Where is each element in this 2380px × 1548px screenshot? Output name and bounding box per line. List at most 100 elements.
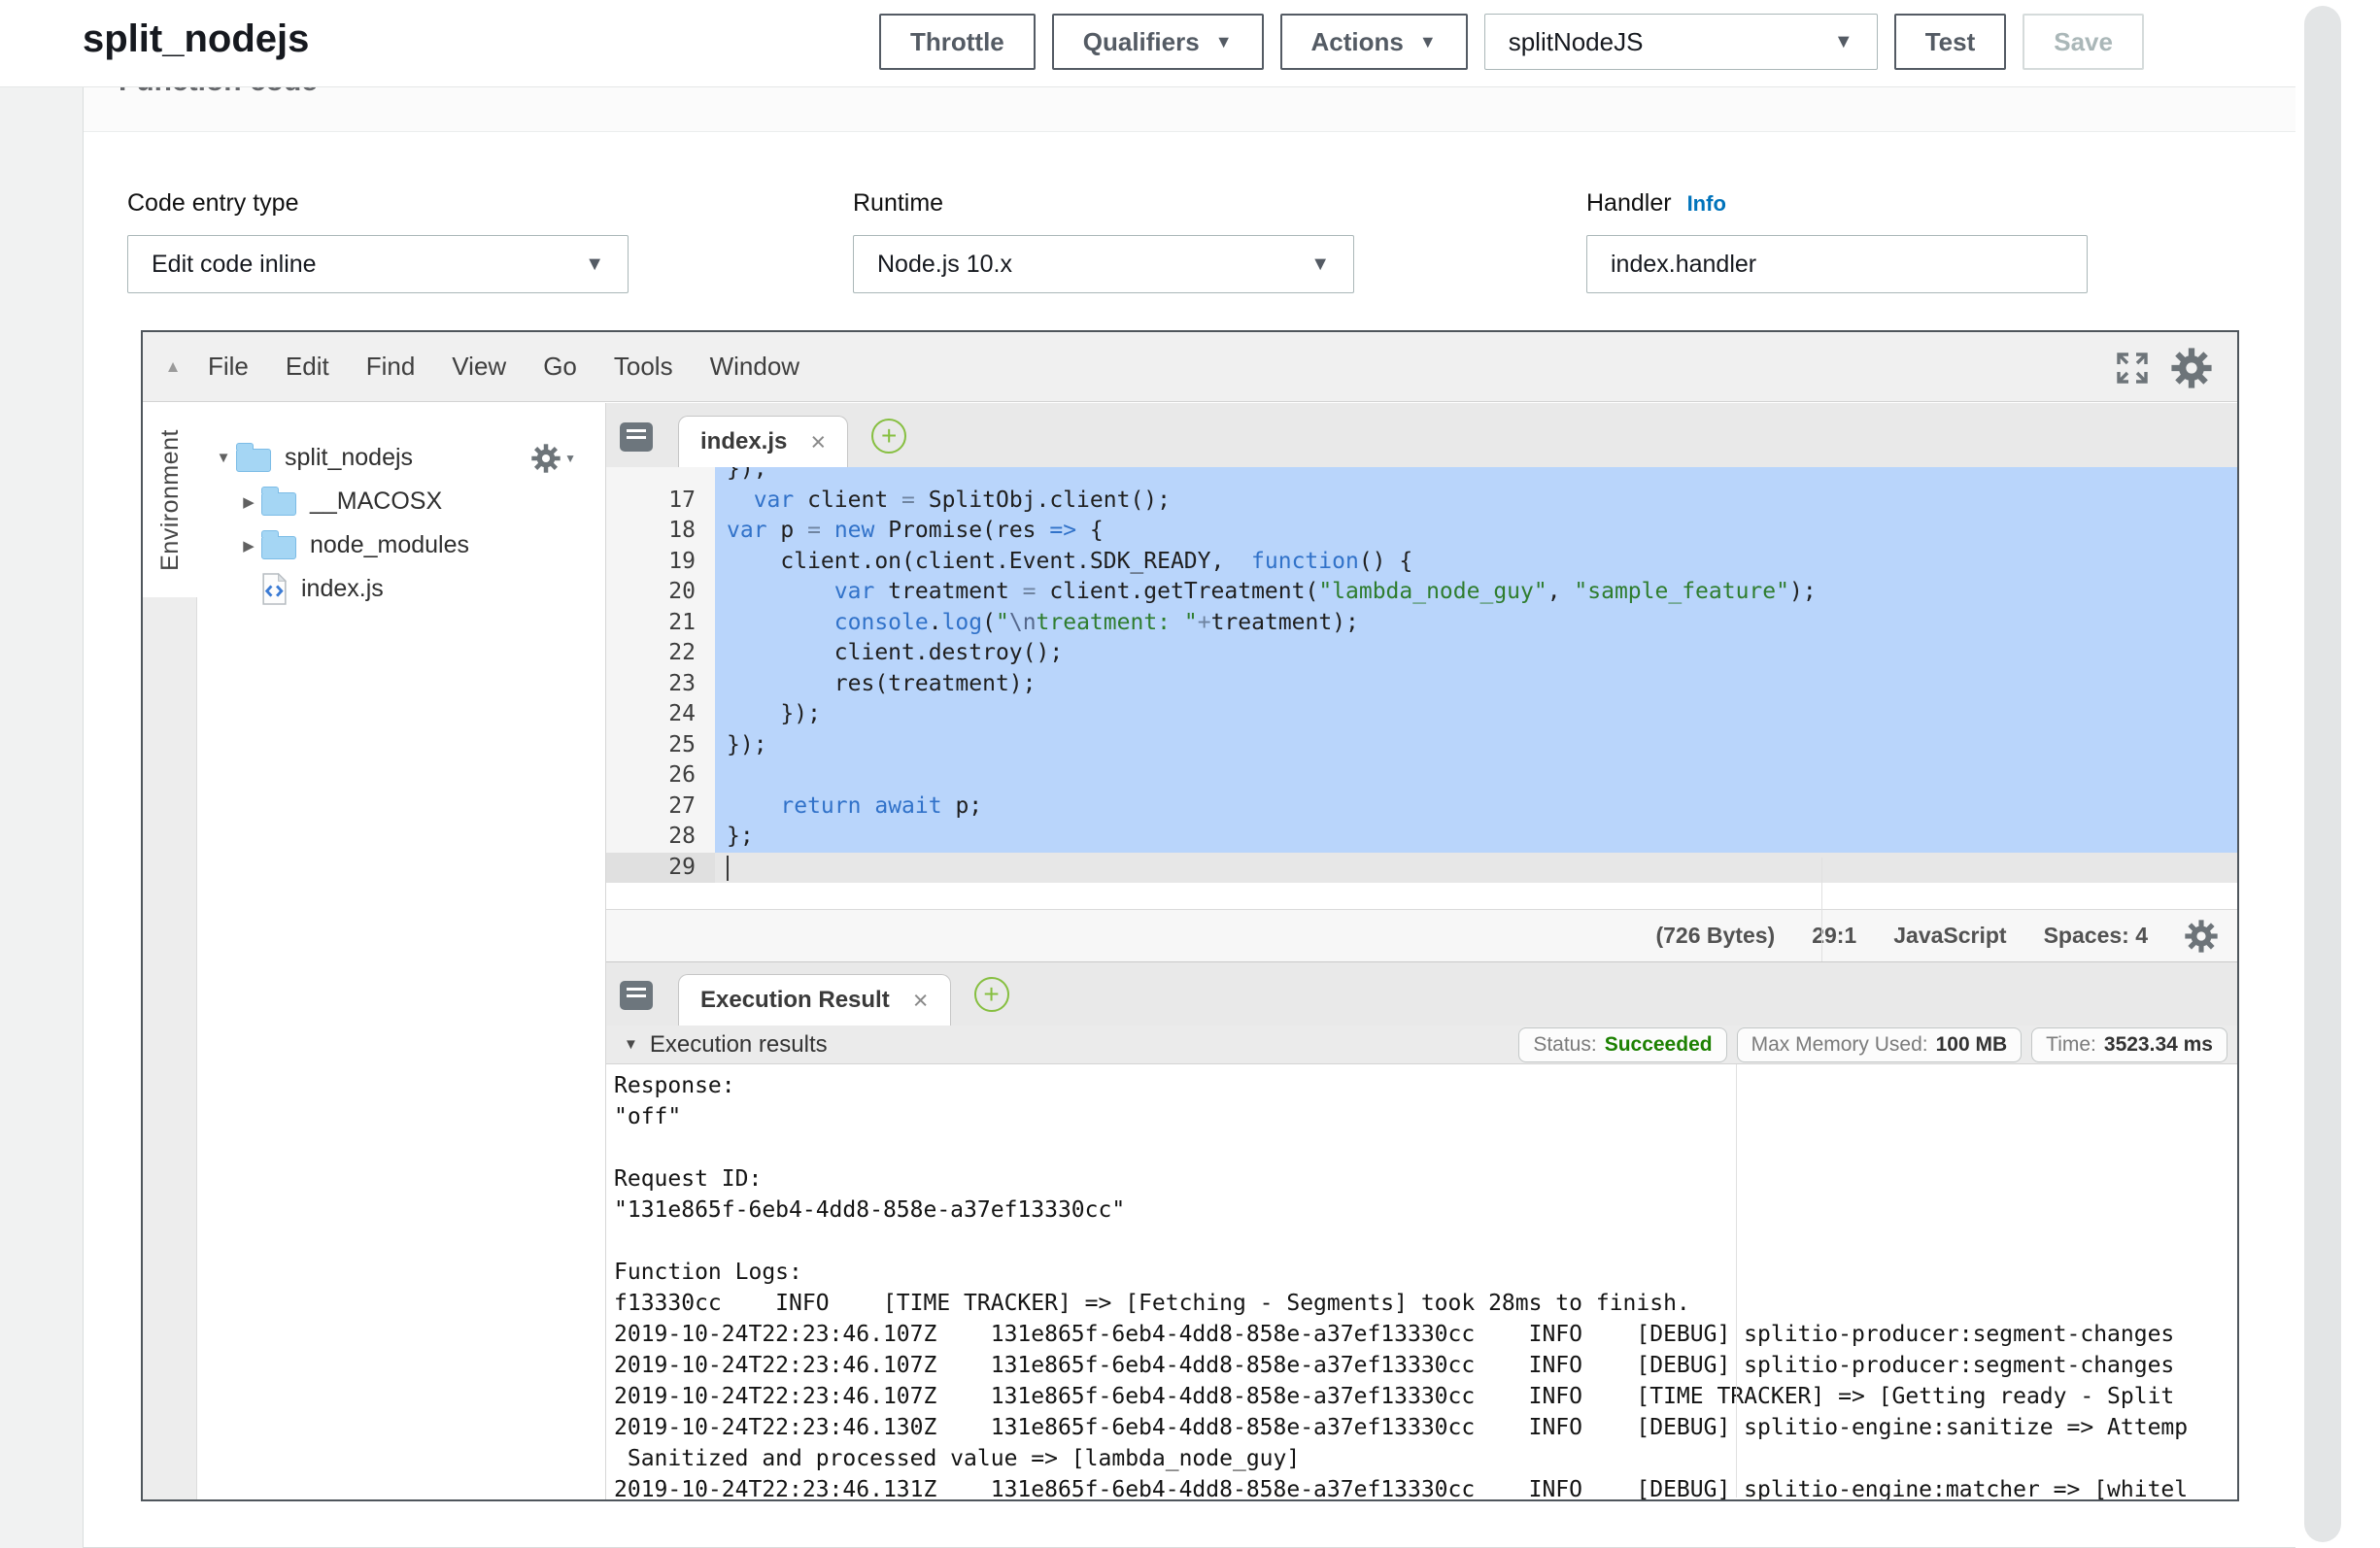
caret-collapsed-icon[interactable]: ▶ — [236, 537, 261, 555]
test-event-selected-value: splitNodeJS — [1509, 27, 1644, 57]
file-tree: ▼ split_nodejs ▼ ▶ __MACOSX ▶ node_modulesinde… — [197, 403, 605, 1499]
qualifiers-button[interactable]: Qualifiers▼ — [1052, 14, 1264, 70]
code-line-22: 22 client.destroy(); — [606, 638, 2237, 669]
statusbar-gear-icon[interactable] — [2185, 920, 2218, 953]
caret-collapsed-icon[interactable]: ▶ — [236, 493, 261, 511]
code-text: }); — [715, 699, 2237, 730]
execution-results-toggle[interactable]: ▼ Execution results — [624, 1031, 828, 1059]
menu-items: FileEditFindViewGoToolsWindow — [189, 352, 818, 382]
close-icon[interactable]: × — [913, 988, 929, 1014]
actions-button[interactable]: Actions▼ — [1280, 14, 1468, 70]
save-button[interactable]: Save — [2023, 14, 2144, 70]
handler-input[interactable] — [1586, 235, 2088, 293]
test-event-select[interactable]: splitNodeJS▼ — [1484, 14, 1878, 70]
log-line: 2019-10-24T22:23:46.131Z 131e865f-6eb4-4… — [614, 1474, 2237, 1499]
log-line: 2019-10-24T22:23:46.130Z 131e865f-6eb4-4… — [614, 1412, 2237, 1443]
card-top-strip: Function code — [84, 87, 2295, 132]
runtime-select[interactable]: Node.js 10.x▼ — [853, 235, 1354, 293]
code-text: }); — [715, 730, 2237, 761]
line-number: 25 — [606, 730, 715, 761]
line-number: 22 — [606, 638, 715, 669]
line-number — [606, 467, 715, 486]
result-badges: Status:SucceededMax Memory Used:100 MBTi… — [1518, 1027, 2227, 1062]
test-button[interactable]: Test — [1894, 14, 2007, 70]
function-name-title: split_nodejs — [83, 17, 309, 61]
tab-list-icon[interactable] — [620, 981, 653, 1010]
code-text: res(treatment); — [715, 669, 2237, 700]
line-number: 24 — [606, 699, 715, 730]
code-editor-surface[interactable]: });17 var client = SplitObj.client();18v… — [606, 467, 2237, 909]
tree-item--macosx[interactable]: ▶ __MACOSX — [197, 480, 605, 523]
results-tabstrip: Execution Result × + — [606, 961, 2237, 1026]
tree-item-label: index.js — [301, 575, 384, 603]
line-number: 19 — [606, 547, 715, 578]
editor-statusbar: (726 Bytes) 29:1 JavaScript Spaces: 4 — [606, 909, 2237, 961]
page-scrollbar — [2295, 0, 2380, 1548]
tree-item-label: split_nodejs — [285, 444, 413, 472]
code-entry-type-select[interactable]: Edit code inline▼ — [127, 235, 629, 293]
fullscreen-icon[interactable] — [2115, 351, 2150, 386]
scrollbar-thumb[interactable] — [2304, 6, 2341, 1542]
folder-icon — [261, 536, 296, 559]
save-button-label: Save — [2054, 27, 2113, 57]
tab-list-icon[interactable] — [620, 422, 653, 452]
chevron-down-icon: ▼ — [1215, 32, 1233, 52]
editor-settings-gear-icon[interactable] — [2171, 348, 2212, 388]
tree-settings-gear-icon[interactable]: ▼ — [531, 444, 576, 473]
code-text: client.destroy(); — [715, 638, 2237, 669]
new-tab-plus-icon[interactable]: + — [871, 419, 906, 454]
menu-item-go[interactable]: Go — [525, 352, 595, 382]
handler-info-link[interactable]: Info — [1687, 191, 1726, 216]
tree-item-label: node_modules — [310, 531, 469, 559]
menu-item-find[interactable]: Find — [348, 352, 434, 382]
log-line: f13330cc INFO [TIME TRACKER] => [Fetchin… — [614, 1288, 2237, 1319]
menu-item-tools[interactable]: Tools — [595, 352, 692, 382]
log-line: "131e865f-6eb4-4dd8-858e-a37ef13330cc" — [614, 1195, 2237, 1226]
badge-label: Status: — [1533, 1033, 1596, 1057]
tree-item-index-js[interactable]: index.js — [197, 567, 605, 611]
menu-item-window[interactable]: Window — [692, 352, 818, 382]
code-text: client.on(client.Event.SDK_READY, functi… — [715, 547, 2237, 578]
js-file-icon — [261, 573, 288, 605]
caret-expanded-icon[interactable]: ▼ — [211, 450, 236, 466]
file-tabstrip: index.js × + — [606, 403, 2237, 467]
runtime-label: Runtime — [853, 189, 943, 218]
chevron-down-icon: ▼ — [585, 253, 604, 276]
status-language-mode[interactable]: JavaScript — [1893, 923, 2006, 949]
environment-tab-label: Environment — [156, 429, 185, 571]
status-cursor-position: 29:1 — [1812, 923, 1856, 949]
code-editor-window: ▲ FileEditFindViewGoToolsWindow — [141, 330, 2239, 1501]
code-line-19: 19 client.on(client.Event.SDK_READY, fun… — [606, 547, 2237, 578]
folder-icon — [261, 492, 296, 516]
code-text: var p = new Promise(res => { — [715, 516, 2237, 547]
badge-label: Max Memory Used: — [1751, 1033, 1928, 1057]
execution-results-log[interactable]: Response:"off" Request ID:"131e865f-6eb4… — [606, 1064, 2237, 1499]
print-margin-ruler — [1736, 1064, 1737, 1498]
close-icon[interactable]: × — [810, 429, 826, 455]
menu-item-file[interactable]: File — [189, 352, 267, 382]
code-line-27: 27 return await p; — [606, 791, 2237, 823]
result-badge-time-: Time:3523.34 ms — [2031, 1027, 2227, 1062]
chevron-down-icon: ▼ — [1310, 253, 1330, 276]
status-indent-setting[interactable]: Spaces: 4 — [2044, 923, 2148, 949]
line-number: 17 — [606, 486, 715, 517]
throttle-button[interactable]: Throttle — [879, 14, 1036, 70]
menu-item-edit[interactable]: Edit — [267, 352, 348, 382]
log-line: "off" — [614, 1101, 2237, 1132]
tree-item-label: __MACOSX — [310, 488, 442, 516]
tab-execution-result[interactable]: Execution Result × — [678, 974, 951, 1026]
log-line: Function Logs: — [614, 1257, 2237, 1288]
execution-results-title: Execution results — [650, 1031, 828, 1059]
code-line-23: 23 res(treatment); — [606, 669, 2237, 700]
log-line — [614, 1226, 2237, 1257]
tree-item-node-modules[interactable]: ▶ node_modules — [197, 523, 605, 567]
tree-item-split-nodejs[interactable]: ▼ split_nodejs ▼ — [197, 436, 605, 480]
new-tab-plus-icon[interactable]: + — [974, 977, 1009, 1012]
tab-index-js[interactable]: index.js × — [678, 416, 848, 467]
collapse-menubar-icon[interactable]: ▲ — [156, 357, 189, 377]
menu-item-view[interactable]: View — [433, 352, 525, 382]
line-number: 29 — [606, 853, 715, 884]
environment-tab[interactable]: Environment — [143, 403, 197, 597]
code-text — [715, 853, 2237, 884]
log-line: 2019-10-24T22:23:46.107Z 131e865f-6eb4-4… — [614, 1381, 2237, 1412]
